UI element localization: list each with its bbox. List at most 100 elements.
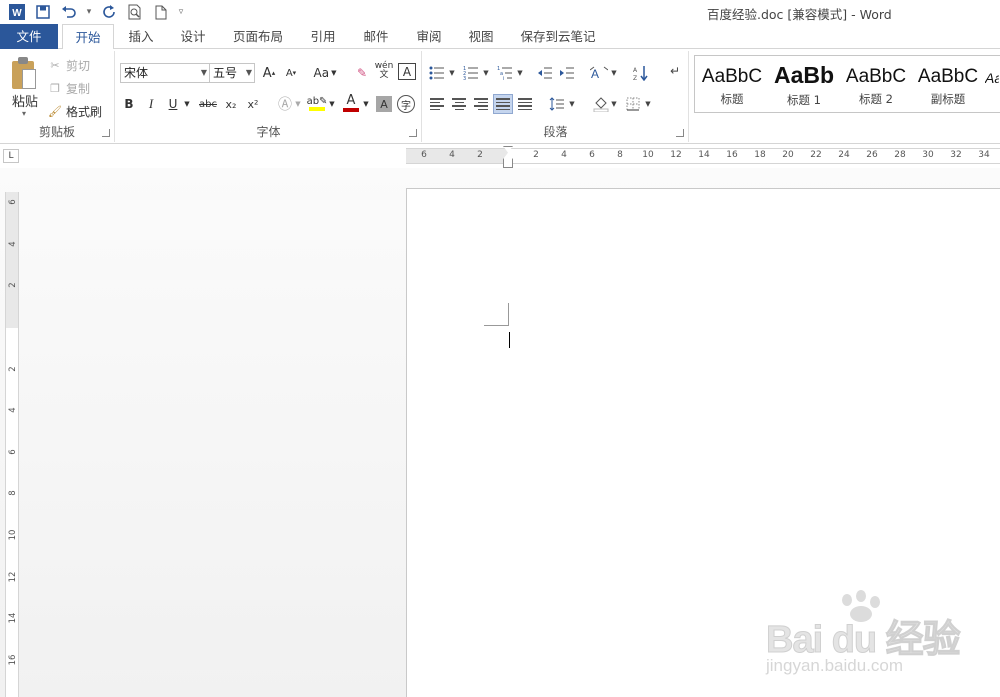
highlight-button[interactable]: ab✎	[306, 91, 328, 115]
style-title[interactable]: AaBbC 标题	[697, 56, 767, 112]
svg-text:A: A	[633, 67, 638, 74]
tab-insert[interactable]: 插入	[116, 24, 166, 49]
customize-icon[interactable]: ▿	[176, 2, 186, 22]
tab-save-to-cloud-note[interactable]: 保存到云笔记	[512, 24, 604, 49]
multilevel-dropdown-icon[interactable]: ▼	[515, 63, 525, 83]
align-left-icon[interactable]	[427, 94, 447, 114]
print-preview-icon[interactable]	[124, 2, 146, 22]
tab-view[interactable]: 视图	[456, 24, 506, 49]
style-sample: AaBbC	[701, 66, 763, 87]
highlight-pen-icon: ab✎	[306, 95, 328, 107]
tab-home[interactable]: 开始	[62, 24, 114, 50]
font-color-dropdown-icon[interactable]: ▼	[362, 94, 370, 114]
bullets-dropdown-icon[interactable]: ▼	[447, 63, 457, 83]
increase-indent-icon[interactable]	[557, 63, 577, 83]
chinese-layout-icon[interactable]: A	[589, 63, 609, 83]
align-center-icon[interactable]	[449, 94, 469, 114]
character-border-icon[interactable]: A	[398, 63, 416, 80]
line-spacing-icon[interactable]	[547, 94, 567, 114]
style-name: 标题 1	[787, 93, 821, 107]
tab-mailings[interactable]: 邮件	[351, 24, 401, 49]
ruler-tick-label: 12	[670, 150, 682, 160]
distributed-icon[interactable]	[515, 94, 535, 114]
format-painter-button[interactable]: 🖌 格式刷	[48, 103, 102, 120]
show-formatting-marks-icon[interactable]: ↵	[665, 61, 685, 81]
decrease-indent-icon[interactable]	[535, 63, 555, 83]
ruler-tick-label: 32	[950, 150, 962, 160]
bold-button[interactable]: B	[120, 94, 138, 114]
paragraph-group-label: 段落	[543, 125, 568, 139]
underline-button[interactable]: U	[164, 94, 182, 114]
shading-icon[interactable]	[591, 94, 611, 114]
undo-icon[interactable]	[58, 2, 80, 22]
horizontal-ruler[interactable]: 6 4 2 2 4 6 8 10 12 14 16 18 20 22 24 26 28 30 32 34	[406, 148, 1000, 164]
subscript-button[interactable]: x₂	[222, 94, 240, 114]
italic-button[interactable]: I	[142, 94, 160, 114]
quick-access-toolbar: W ▾ ▿	[6, 2, 186, 22]
redo-icon[interactable]	[98, 2, 120, 22]
vertical-ruler[interactable]: 6 4 2 2 4 6 8 10 12 14 16	[5, 192, 19, 697]
font-launcher-icon[interactable]	[409, 129, 417, 137]
style-heading-2[interactable]: AaBbC 标题 2	[841, 56, 911, 112]
style-sample: AaBbC	[845, 66, 907, 87]
character-shading-button[interactable]: A	[376, 96, 392, 112]
clipboard-launcher-icon[interactable]	[102, 129, 110, 137]
clear-formatting-icon[interactable]: ✎	[352, 63, 372, 83]
style-subtitle[interactable]: AaBbC 副标题	[913, 56, 983, 112]
phonetic-guide-button[interactable]: wén 文	[374, 61, 394, 81]
cut-button[interactable]: ✂ 剪切	[48, 57, 90, 74]
tab-selector-button[interactable]: L	[3, 149, 19, 163]
numbering-dropdown-icon[interactable]: ▼	[481, 63, 491, 83]
shrink-font-button[interactable]: A ▾	[282, 63, 300, 83]
font-name-value: 宋体	[124, 66, 149, 80]
text-effects-icon[interactable]: Ⓐ	[274, 94, 296, 114]
undo-dropdown-icon[interactable]: ▾	[84, 2, 94, 22]
paste-dropdown-icon[interactable]: ▾	[22, 109, 26, 118]
font-size-combobox[interactable]: 五号 ▼	[209, 63, 255, 83]
align-right-icon[interactable]	[471, 94, 491, 114]
style-heading-1[interactable]: AaBb 标题 1	[769, 56, 839, 112]
word-logo-icon[interactable]: W	[6, 2, 28, 22]
shading-dropdown-icon[interactable]: ▼	[609, 94, 619, 114]
paste-button[interactable]: 粘贴	[12, 91, 38, 110]
tab-design[interactable]: 设计	[168, 24, 218, 49]
font-color-button[interactable]: A	[340, 91, 362, 115]
strikethrough-button[interactable]: abc	[196, 94, 220, 114]
multilevel-list-icon[interactable]: 1ai	[495, 63, 515, 83]
indent-marker-icon[interactable]	[503, 146, 513, 168]
underline-dropdown-icon[interactable]: ▼	[182, 94, 192, 114]
text-effects-dropdown-icon[interactable]: ▼	[294, 94, 302, 114]
copy-button[interactable]: ❐ 复制	[48, 80, 90, 97]
ruler-tick-label: 4	[8, 407, 18, 413]
style-name: 标题 2	[859, 92, 893, 106]
style-name: 标题	[720, 92, 744, 106]
style-next-partial[interactable]: Aa	[985, 56, 999, 112]
chinese-layout-dropdown-icon[interactable]: ▼	[609, 63, 619, 83]
grow-font-button[interactable]: A ▴	[260, 63, 278, 83]
borders-dropdown-icon[interactable]: ▼	[643, 94, 653, 114]
sort-icon[interactable]: AZ	[631, 63, 651, 83]
borders-icon[interactable]	[623, 94, 643, 114]
tab-review[interactable]: 审阅	[404, 24, 454, 49]
clipboard-group: 粘贴 ▾ ✂ 剪切 ❐ 复制 🖌 格式刷 剪贴板	[0, 51, 115, 142]
highlight-dropdown-icon[interactable]: ▼	[328, 94, 336, 114]
bullets-icon[interactable]	[427, 63, 447, 83]
tab-file[interactable]: 文件	[0, 24, 58, 49]
enclose-characters-button[interactable]: 字	[397, 95, 415, 113]
superscript-button[interactable]: x²	[244, 94, 262, 114]
paragraph-launcher-icon[interactable]	[676, 129, 684, 137]
line-spacing-dropdown-icon[interactable]: ▼	[567, 94, 577, 114]
font-name-combobox[interactable]: 宋体 ▼	[120, 63, 210, 83]
change-case-button[interactable]: Aa ▼	[310, 63, 340, 83]
ruler-tick-label: 2	[533, 150, 539, 160]
phonetic-char-icon: 文	[379, 70, 389, 80]
new-document-icon[interactable]	[150, 2, 172, 22]
save-icon[interactable]	[32, 2, 54, 22]
justify-icon[interactable]	[493, 94, 513, 114]
ruler-tick-label: 10	[642, 150, 654, 160]
paste-icon[interactable]	[10, 57, 38, 91]
numbering-icon[interactable]: 123	[461, 63, 481, 83]
ruler-tick-label: 2	[8, 365, 18, 372]
tab-page-layout[interactable]: 页面布局	[222, 24, 294, 49]
tab-references[interactable]: 引用	[298, 24, 348, 49]
